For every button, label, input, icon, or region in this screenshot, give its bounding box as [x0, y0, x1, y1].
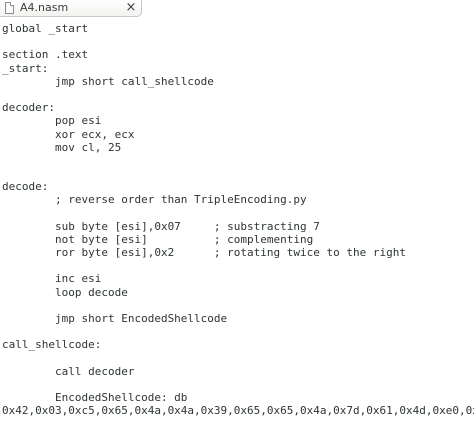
- code-editor[interactable]: global _start section .text _start: jmp …: [0, 18, 474, 445]
- code-line: _start:: [2, 62, 49, 75]
- file-icon: [5, 2, 14, 14]
- code-line: pop esi: [2, 114, 102, 127]
- code-line: loop decode: [2, 286, 128, 299]
- code-line: EncodedShellcode: db: [2, 391, 188, 404]
- close-tab-icon[interactable]: ×: [124, 1, 138, 15]
- tab-title: A4.nasm: [20, 1, 69, 14]
- code-line: decode:: [2, 180, 49, 193]
- code-line: ror byte [esi],0x2 ; rotating twice to t…: [2, 246, 406, 259]
- code-line: sub byte [esi],0x07 ; substracting 7: [2, 220, 320, 233]
- code-line: ; reverse order than TripleEncoding.py: [2, 193, 307, 206]
- code-line: section .text: [2, 48, 89, 61]
- code-line: not byte [esi] ; complementing: [2, 233, 314, 246]
- code-line: global _start: [2, 22, 89, 35]
- code-line: xor ecx, ecx: [2, 128, 135, 141]
- code-line: call_shellcode:: [2, 338, 102, 351]
- code-line: mov cl, 25: [2, 141, 122, 154]
- tab-bar: A4.nasm ×: [0, 0, 474, 18]
- file-tab[interactable]: A4.nasm ×: [0, 0, 142, 17]
- code-line: jmp short call_shellcode: [2, 75, 214, 88]
- code-line: 0x42,0x03,0xc5,0x65,0x4a,0x4a,0x39,0x65,…: [2, 404, 474, 417]
- code-line: call decoder: [2, 365, 135, 378]
- code-line: inc esi: [2, 272, 102, 285]
- code-line: decoder:: [2, 101, 55, 114]
- code-line: jmp short EncodedShellcode: [2, 312, 228, 325]
